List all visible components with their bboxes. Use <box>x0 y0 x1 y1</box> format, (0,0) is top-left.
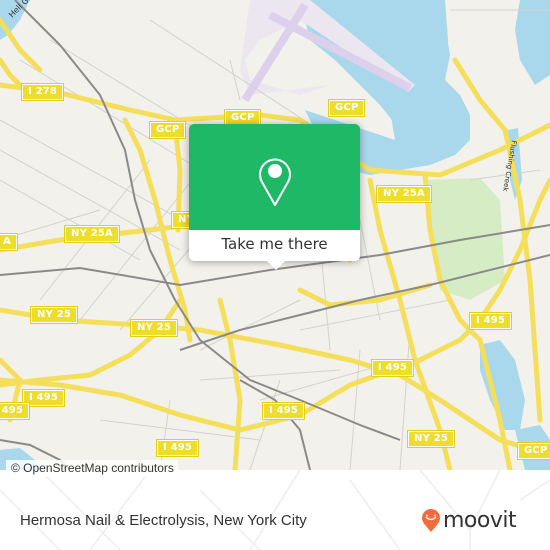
road-shield-gcp: GCP <box>516 442 550 460</box>
moovit-logo[interactable]: moovit <box>421 508 517 534</box>
location-popup: Take me there <box>189 124 360 261</box>
popup-pointer <box>267 261 285 270</box>
place-title: Hermosa Nail & Electrolysis, New York Ci… <box>20 512 307 529</box>
road-shield-i278: I 278 <box>20 83 65 101</box>
moovit-pin-icon <box>422 509 440 532</box>
osm-attribution[interactable]: © OpenStreetMap contributors <box>6 460 178 477</box>
road-shield-i495-partial: I 495 <box>0 402 31 420</box>
road-shield-ny25: NY 25 <box>29 306 79 324</box>
road-shield-i495: I 495 <box>370 359 415 377</box>
road-shield-partial: A <box>0 233 18 251</box>
moovit-wordmark: moovit <box>443 508 517 533</box>
location-pin-icon <box>259 158 291 206</box>
road-shield-i495: I 495 <box>155 439 200 457</box>
road-shield-i495: I 495 <box>21 389 66 407</box>
road-shield-gcp: GCP <box>148 121 187 139</box>
road-shield-ny25: NY 25 <box>129 319 179 337</box>
road-shield-ny25: NY 25 <box>406 430 456 448</box>
road-shield-gcp: GCP <box>327 99 366 117</box>
road-shield-ny25a: NY 25A <box>64 225 120 243</box>
popup-header <box>189 124 360 230</box>
road-shield-i495: I 495 <box>261 402 306 420</box>
water-east <box>515 0 550 85</box>
water-meadow-lake <box>480 340 525 430</box>
road-shield-i495: I 495 <box>468 312 513 330</box>
map[interactable]: Hell Gate Flushing Creek I 278 GCP GCP G… <box>0 0 550 470</box>
road-shield-ny25a: NY 25A <box>376 185 432 203</box>
take-me-there-button[interactable]: Take me there <box>189 230 360 261</box>
